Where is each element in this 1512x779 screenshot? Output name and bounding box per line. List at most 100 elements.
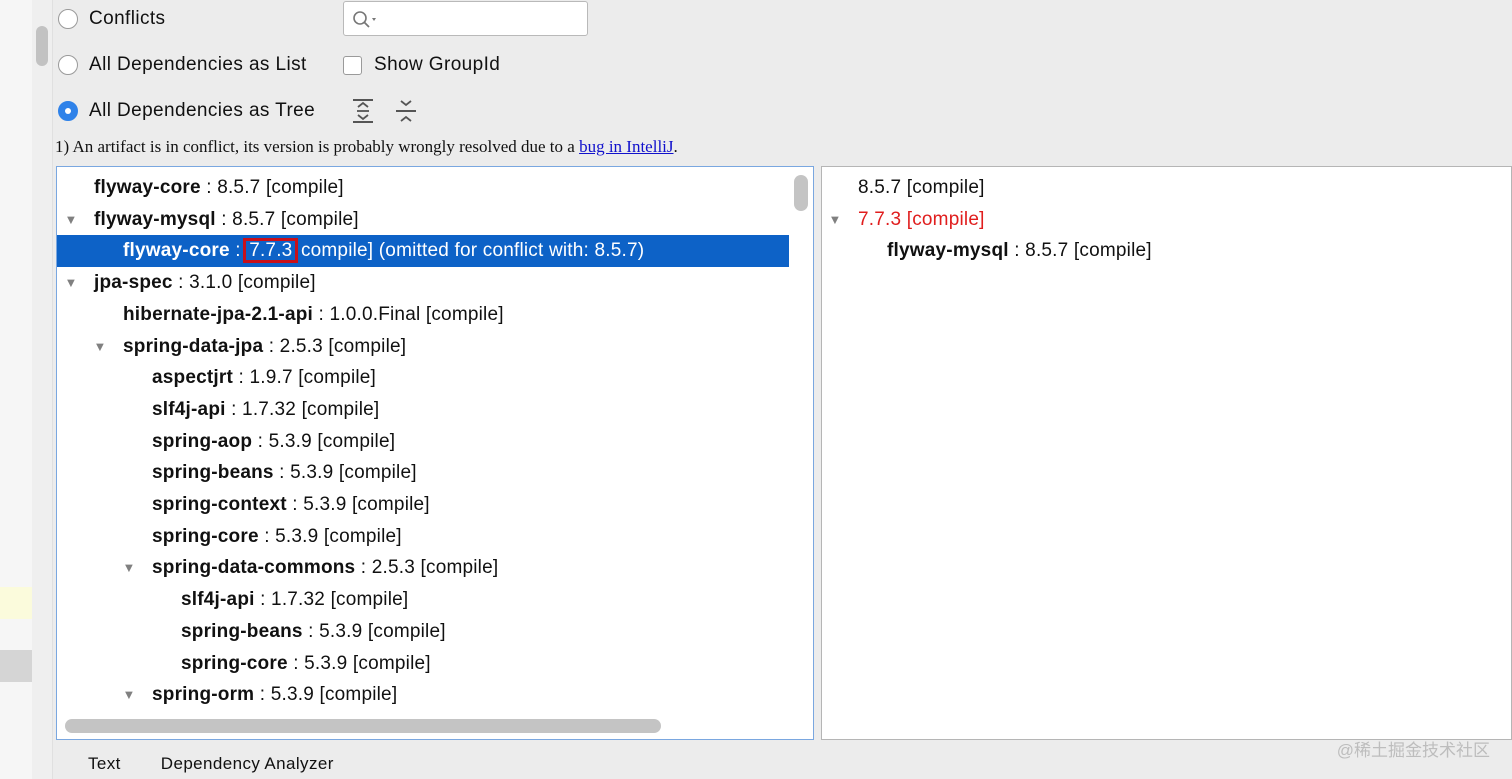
conflict-version-highlight: 7.7.3 [243, 238, 299, 263]
artifact-version: 1.7.32 [242, 399, 297, 420]
artifact-version: 3.1.0 [189, 272, 233, 293]
radio-button-selected[interactable] [58, 101, 78, 121]
artifact-name: hibernate-jpa-2.1-api [123, 304, 314, 325]
artifact-version: 5.3.9 [268, 431, 312, 452]
artifact-scope: [compile] [425, 304, 504, 325]
search-icon [353, 11, 376, 28]
tree-row[interactable]: ▼ spring-orm : 5.3.9 [compile] [57, 679, 789, 711]
tree-row[interactable]: flyway-core : 8.5.7 [compile] [57, 172, 789, 204]
artifact-scope: [compile] [237, 272, 316, 293]
tab-text[interactable]: Text [88, 754, 121, 774]
caret-down-icon[interactable]: ▼ [828, 204, 842, 236]
pane-splitter[interactable] [814, 166, 821, 740]
radio-conflicts[interactable]: Conflicts [58, 8, 165, 30]
artifact-scope: [compile] [367, 621, 446, 642]
caret-down-icon[interactable]: ▼ [64, 204, 78, 236]
artifact-name: spring-data-commons [152, 557, 356, 578]
tree-vertical-scrollbar[interactable] [794, 175, 808, 211]
artifact-scope: [compile] [420, 557, 499, 578]
note-text: 1) An artifact is in conflict, its versi… [55, 137, 580, 156]
artifact-version: 5.3.9 [290, 462, 334, 483]
collapse-all-icon [396, 100, 416, 122]
artifact-version: 5.3.9 [319, 621, 363, 642]
tree-row[interactable]: ▼ spring-data-jpa : 2.5.3 [compile] [57, 331, 789, 363]
artifact-scope: [compile] [328, 336, 407, 357]
artifact-version: 8.5.7 [217, 177, 261, 198]
note-suffix: . [673, 137, 678, 156]
show-groupid-checkbox[interactable]: Show GroupId [343, 54, 500, 76]
tree-row[interactable]: slf4j-api : 1.7.32 [compile] [57, 584, 789, 616]
artifact-name: spring-core [152, 526, 259, 547]
tree-row[interactable]: ▼ spring-data-commons : 2.5.3 [compile] [57, 552, 789, 584]
artifact-version: 5.3.9 [303, 494, 347, 515]
artifact-name: flyway-core [94, 177, 201, 198]
bug-link[interactable]: bug in IntelliJ [579, 137, 673, 156]
artifact-scope: [compile] [338, 462, 417, 483]
usage-row[interactable]: flyway-mysql : 8.5.7 [compile] [887, 235, 1152, 267]
artifact-version: 8.5.7 [232, 209, 276, 230]
artifact-name: spring-orm [152, 684, 255, 705]
artifact-version: 1.0.0.Final [329, 304, 421, 325]
tab-dependency-analyzer[interactable]: Dependency Analyzer [161, 754, 334, 774]
checkbox-label: Show GroupId [374, 54, 501, 75]
artifact-name: spring-core [181, 653, 288, 674]
radio-button[interactable] [58, 55, 78, 75]
usage-row[interactable]: 8.5.7 [compile] [858, 172, 985, 204]
radio-button[interactable] [58, 9, 78, 29]
artifact-name: flyway-mysql [94, 209, 216, 230]
caret-down-icon[interactable]: ▼ [93, 331, 107, 363]
artifact-version: 2.5.3 [279, 336, 323, 357]
artifact-scope: [compile] [352, 653, 431, 674]
bottom-tabs: Text Dependency Analyzer [56, 748, 374, 779]
artifact-name: spring-data-jpa [123, 336, 264, 357]
artifact-scope: [compile] [317, 431, 396, 452]
caret-down-icon[interactable]: ▼ [122, 679, 136, 711]
tree-row[interactable]: slf4j-api : 1.7.32 [compile] [57, 394, 789, 426]
tree-row[interactable]: spring-context : 5.3.9 [compile] [57, 489, 789, 521]
dependency-tree[interactable]: flyway-core : 8.5.7 [compile] ▼ flyway-m… [56, 166, 814, 740]
tree-row-selected[interactable]: flyway-core : 7.7.3 compile] (omitted fo… [57, 235, 789, 267]
tree-row[interactable]: spring-core : 5.3.9 [compile] [57, 521, 789, 553]
usage-version: 8.5.7 [compile] [858, 177, 985, 198]
artifact-scope: [compile] [265, 177, 344, 198]
artifact-scope: [compile] [1073, 240, 1152, 261]
tree-row[interactable]: spring-beans : 5.3.9 [compile] [57, 616, 789, 648]
artifact-scope: [compile] [298, 367, 377, 388]
artifact-version: 5.3.9 [275, 526, 319, 547]
gutter-scrollbar-thumb[interactable] [36, 26, 48, 66]
artifact-scope: [compile] [330, 589, 409, 610]
artifact-name: slf4j-api [181, 589, 255, 610]
gutter-highlight [0, 587, 32, 619]
conflict-note: 1) An artifact is in conflict, its versi… [55, 137, 678, 157]
checkbox[interactable] [343, 55, 362, 75]
radio-all-tree[interactable]: All Dependencies as Tree [58, 100, 315, 122]
artifact-scope: [compile] [323, 526, 402, 547]
tree-row[interactable]: ▼ jpa-spec : 3.1.0 [compile] [57, 267, 789, 299]
tree-row[interactable]: spring-beans : 5.3.9 [compile] [57, 457, 789, 489]
artifact-name: flyway-core [123, 240, 230, 261]
caret-down-icon[interactable]: ▼ [64, 267, 78, 299]
watermark: @稀土掘金技术社区 [1336, 741, 1490, 760]
artifact-name: spring-beans [152, 462, 274, 483]
expand-all-icon [353, 99, 373, 123]
usages-tree[interactable]: 8.5.7 [compile] ▼ 7.7.3 [compile] flyway… [821, 166, 1512, 740]
artifact-version: 8.5.7 [1025, 240, 1069, 261]
usage-row-conflict[interactable]: ▼ 7.7.3 [compile] [822, 204, 1502, 236]
caret-down-icon[interactable]: ▼ [122, 552, 136, 584]
search-input[interactable] [343, 1, 588, 36]
artifact-version: 5.3.9 [304, 653, 348, 674]
collapse-all-button[interactable] [394, 98, 418, 124]
artifact-version: 1.7.32 [271, 589, 326, 610]
tree-horizontal-scrollbar[interactable] [65, 719, 661, 733]
conflict-note-text: (omitted for conflict with: 8.5.7) [378, 240, 645, 261]
tree-row[interactable]: aspectjrt : 1.9.7 [compile] [57, 362, 789, 394]
tree-row[interactable]: spring-aop : 5.3.9 [compile] [57, 426, 789, 458]
radio-all-list[interactable]: All Dependencies as List [58, 54, 307, 76]
expand-all-button[interactable] [351, 98, 375, 124]
artifact-name: jpa-spec [94, 272, 173, 293]
tree-row[interactable]: spring-core : 5.3.9 [compile] [57, 648, 789, 680]
tree-row[interactable]: ▼ flyway-mysql : 8.5.7 [compile] [57, 204, 789, 236]
artifact-version: 5.3.9 [270, 684, 314, 705]
artifact-name: spring-context [152, 494, 287, 515]
tree-row[interactable]: hibernate-jpa-2.1-api : 1.0.0.Final [com… [57, 299, 789, 331]
